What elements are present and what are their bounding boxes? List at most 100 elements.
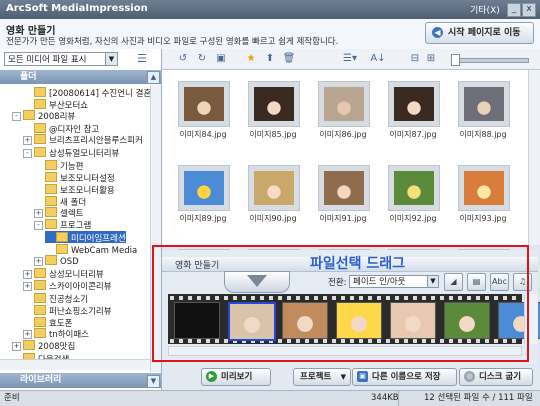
thumbnail-label: 이미지90.jpg [249, 214, 297, 223]
chevron-up-icon[interactable]: ▲ [147, 71, 160, 84]
thumbnail[interactable] [248, 165, 300, 211]
zoom-slider-handle[interactable] [451, 54, 460, 66]
expand-icon[interactable]: + [23, 281, 32, 291]
library-panel-header[interactable]: 라이브러리 [0, 373, 161, 388]
disc-icon: ◎ [464, 371, 475, 382]
preview-button[interactable]: ▶ 미리보기 [201, 368, 271, 386]
disc-burn-label: 디스크 굽기 [479, 372, 522, 382]
folder-icon [45, 171, 57, 182]
folder-tree-item[interactable]: +2008맛집 [12, 340, 75, 352]
thumbnail[interactable] [178, 81, 230, 127]
folder-icon [34, 87, 46, 97]
folder-tree-hscrollbar[interactable] [0, 359, 150, 370]
folder-icon [34, 316, 46, 327]
view-mode-icon[interactable]: ☰▾ [340, 52, 360, 66]
media-filter-value: 모든 미디어 파일 표시 [8, 55, 87, 65]
thumbnail[interactable] [318, 81, 370, 127]
left-arrow-icon: ◀ [432, 27, 443, 38]
thumbnail-image [324, 171, 364, 205]
folder-tree-item[interactable]: 보조모니터활용 [34, 183, 115, 196]
folder-tree-item[interactable]: + 삼성모니터리뷰 [23, 267, 104, 280]
disc-burn-button[interactable]: ◎ 디스크 굽기 [459, 368, 533, 386]
folder-label: 삼성듀얼모니터리뷰 [49, 148, 120, 159]
chevron-down-icon[interactable]: ▼ [147, 375, 160, 388]
save-as-button[interactable]: ▣ 다른 이름으로 저장 [352, 368, 457, 386]
thumbnail[interactable] [318, 165, 370, 211]
rotate-right-icon[interactable]: ↻ [195, 52, 209, 66]
expand-icon[interactable]: + [34, 209, 43, 218]
app-title-prefix: ArcSoft [6, 3, 52, 14]
thumbnail-label: 이미지89.jpg [179, 214, 227, 223]
collapse-icon[interactable]: - [12, 112, 21, 122]
chevron-down-icon: ▼ [105, 53, 117, 65]
folder-tree-item[interactable]: - 2008리뷰 [12, 110, 75, 122]
expand-icon[interactable]: + [12, 342, 21, 352]
folder-tree-item[interactable]: + tn하이패스 [23, 328, 89, 340]
media-filter-select[interactable]: 모든 미디어 파일 표시 ▼ [4, 52, 118, 66]
folder-icon [34, 292, 46, 303]
thumbnail-label: 이미지86.jpg [319, 130, 367, 139]
expand-icon[interactable]: + [23, 269, 32, 279]
thumbnail[interactable] [388, 165, 440, 211]
folder-tree-item[interactable]: 보조모니터설정 [34, 171, 115, 184]
folder-tree-item[interactable]: 새 폴더 [34, 195, 86, 208]
favorite-add-icon[interactable]: ⬆ [263, 52, 277, 66]
folder-tree-item[interactable]: WebCam Media [45, 243, 137, 256]
minimize-button[interactable]: _ [507, 3, 521, 17]
folder-tree-item[interactable]: 기능편 [34, 159, 83, 172]
thumbnail-image [184, 87, 224, 121]
folder-icon [34, 134, 46, 145]
filter-icon[interactable]: ☰ [137, 52, 153, 66]
folder-tree-item[interactable]: + 스카이아이콘리뷰 [23, 279, 112, 292]
status-size: 344KB [371, 393, 399, 403]
folder-tree-item[interactable]: 미디어임프레션 [45, 231, 126, 244]
thumbnail[interactable] [248, 81, 300, 127]
folder-panel-header[interactable]: 폴더 [0, 70, 161, 84]
thumbnail[interactable] [458, 165, 510, 211]
collapse-icon[interactable]: - [34, 221, 43, 231]
thumbnail-image [394, 87, 434, 121]
folder-tree-item[interactable]: [20080614] 수진언니 결혼식 [23, 86, 159, 99]
folder-tree-item[interactable]: 진공청소기 [23, 292, 88, 305]
thumbnail[interactable] [458, 81, 510, 127]
folder-tree-item[interactable]: @디자인 참고 [23, 122, 99, 135]
zoom-slider[interactable] [451, 58, 529, 63]
expand-icon[interactable]: + [23, 330, 32, 339]
folder-label: 브리츠프리시안블루스피커 [49, 136, 143, 147]
folder-tree-item[interactable]: 효도폰 [23, 316, 72, 329]
folder-tree-item[interactable]: + 셀렉트 [34, 207, 83, 219]
star-icon[interactable]: ★ [244, 52, 258, 66]
thumbnail[interactable] [178, 165, 230, 211]
thumbnail-image [464, 87, 504, 121]
rotate-left-icon[interactable]: ↺ [176, 52, 190, 66]
folder-icon [34, 146, 46, 157]
image-edit-icon[interactable]: ▣ [214, 52, 228, 66]
thumbnail-image [254, 171, 294, 205]
folder-icon [23, 340, 35, 351]
delete-icon[interactable]: 🗑 [282, 52, 296, 66]
zoom-in-icon[interactable]: ⊞ [424, 52, 438, 66]
thumbnail-scrollbar[interactable] [528, 70, 540, 245]
folder-icon [34, 267, 46, 278]
thumbnail-label: 이미지93.jpg [459, 214, 507, 223]
folder-tree-item[interactable]: - 삼성듀얼모니터리뷰 [23, 146, 120, 159]
folder-label: 삼성모니터리뷰 [49, 269, 104, 280]
start-page-button[interactable]: ◀ 시작 페이지로 이동 [425, 22, 534, 44]
expand-icon[interactable]: + [34, 257, 43, 267]
thumbnail-label: 이미지84.jpg [179, 130, 227, 139]
folder-icon [45, 159, 57, 170]
thumbnail[interactable] [388, 81, 440, 127]
folder-tree-item[interactable]: 퍼난쇼핑소기리뷰 [23, 304, 112, 317]
folder-tree-item[interactable]: 부산모터쇼 [23, 98, 88, 111]
sort-icon[interactable]: A↓ [368, 52, 388, 66]
folder-tree-item[interactable]: + OSD [34, 255, 79, 267]
close-button[interactable]: x [522, 3, 536, 17]
expand-icon[interactable]: + [23, 136, 32, 146]
collapse-icon[interactable]: - [23, 148, 32, 158]
folder-icon [56, 244, 68, 255]
project-button[interactable]: 프로젝트 ▼ [293, 368, 351, 386]
folder-tree-item[interactable]: - 프로그램 [34, 219, 91, 231]
folder-tree-item[interactable]: + 브리츠프리시안블루스피커 [23, 134, 143, 146]
zoom-out-icon[interactable]: ⊟ [408, 52, 422, 66]
help-menu[interactable]: 기타(X) [470, 3, 500, 16]
